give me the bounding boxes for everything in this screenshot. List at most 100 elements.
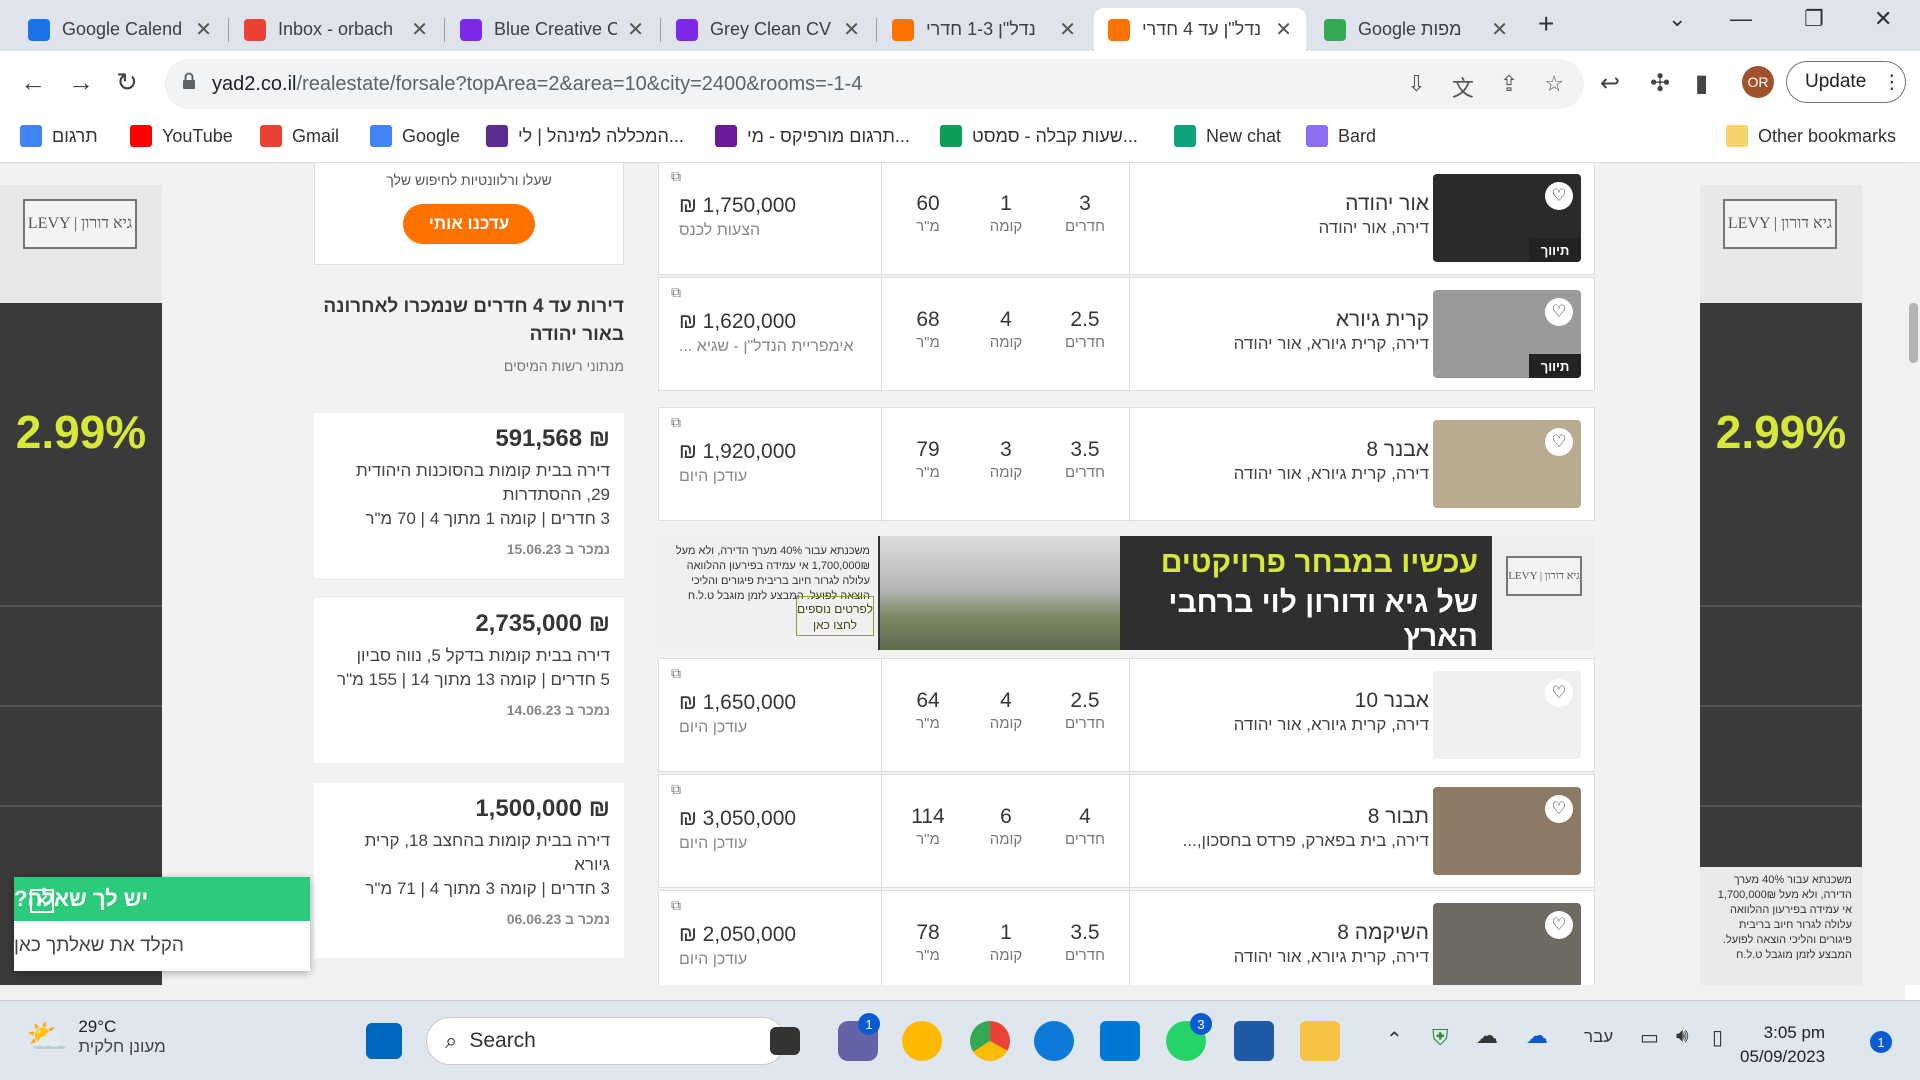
file-explorer-icon[interactable] bbox=[1300, 1021, 1340, 1061]
listing-photo[interactable]: ♡ תיווך bbox=[1433, 174, 1581, 262]
listing-row[interactable]: ⧉ ₪ 3,050,000 עודכן היום 114 מ"ר 6 קומה 4 חדרים ת… bbox=[658, 774, 1595, 889]
favorite-heart-icon[interactable]: ♡ bbox=[1545, 679, 1573, 707]
listing-row[interactable]: ⧉ ₪ 2,050,000 עודכן היום 78 מ"ר 1 קומה 3.5 חדרים… bbox=[658, 890, 1595, 985]
tab-close-icon[interactable]: ✕ bbox=[1491, 17, 1508, 42]
browser-tab[interactable]: Inbox - orbach ✕ bbox=[230, 8, 442, 51]
onedrive-icon[interactable]: ☁ bbox=[1526, 1023, 1548, 1049]
forward-icon[interactable]: → bbox=[68, 67, 94, 98]
listing-photo[interactable]: ♡ bbox=[1433, 671, 1581, 759]
chat-input[interactable]: הקלד את שאלתך כאן bbox=[14, 921, 310, 971]
bookmark-item[interactable]: Google bbox=[370, 125, 460, 147]
new-tab-icon[interactable]: + bbox=[1538, 8, 1554, 40]
bookmark-item[interactable]: YouTube bbox=[130, 125, 233, 147]
cloud-icon[interactable]: ☁ bbox=[1476, 1023, 1498, 1049]
language-indicator[interactable]: עבר bbox=[1584, 1027, 1613, 1047]
network-icon[interactable]: ▭ bbox=[1640, 1025, 1659, 1050]
bookmark-item[interactable]: Gmail bbox=[260, 125, 339, 147]
sold-card[interactable]: ₪ 1,500,000 דירה בבית קומות בהחצב 18, קרי… bbox=[314, 783, 624, 958]
chrome-icon[interactable] bbox=[970, 1021, 1010, 1061]
listing-photo[interactable]: ♡ bbox=[1433, 903, 1581, 985]
address-bar[interactable]: yad2.co.il/realestate/forsale?topArea=2&… bbox=[164, 59, 1584, 109]
start-icon[interactable] bbox=[366, 1023, 402, 1059]
bookmark-item[interactable]: תרגום מורפיקס - מי... bbox=[715, 125, 910, 147]
tab-close-icon[interactable]: ✕ bbox=[627, 17, 644, 42]
bookmark-item[interactable]: New chat bbox=[1174, 125, 1281, 147]
external-link-icon[interactable]: ⧉ bbox=[671, 665, 681, 682]
bookmark-star-icon[interactable]: ☆ bbox=[1544, 71, 1564, 103]
minimize-icon[interactable]: — bbox=[1730, 6, 1752, 32]
favorite-heart-icon[interactable]: ♡ bbox=[1545, 298, 1573, 326]
tab-close-icon[interactable]: ✕ bbox=[843, 17, 860, 42]
battery-icon[interactable]: ▯ bbox=[1712, 1025, 1723, 1050]
bookmark-item[interactable]: שעות קבלה - סמסט... bbox=[940, 125, 1138, 147]
sold-card[interactable]: ₪ 591,568 דירה בבית קומות בהסוכנות היהודי… bbox=[314, 413, 624, 578]
tab-close-icon[interactable]: ✕ bbox=[1275, 17, 1292, 42]
volume-icon[interactable]: 🔊︎ bbox=[1676, 1025, 1689, 1048]
task-view-icon[interactable] bbox=[770, 1027, 800, 1055]
side-panel-icon[interactable]: ▮ bbox=[1695, 69, 1708, 98]
tray-chevron-icon[interactable]: ⌃ bbox=[1386, 1027, 1403, 1052]
weather-widget[interactable]: ⛅ 29°C מעונן חלקית bbox=[26, 1017, 166, 1057]
browser-tab[interactable]: Google Calend ✕ bbox=[14, 8, 226, 51]
update-button[interactable]: Update ⋮ bbox=[1786, 61, 1906, 103]
tab-close-icon[interactable]: ✕ bbox=[195, 17, 212, 42]
listing-row[interactable]: ⧉ ₪ 1,750,000 הצעות לכנס 60 מ"ר 1 קומה 3 חדרים או… bbox=[658, 163, 1595, 276]
bookmark-item[interactable]: Bard bbox=[1306, 125, 1376, 147]
update-me-button[interactable]: עדכנו אותי bbox=[403, 204, 535, 244]
install-app-icon[interactable]: ⇩ bbox=[1407, 71, 1425, 103]
reload-icon[interactable]: ↻ bbox=[116, 67, 138, 98]
listing-row[interactable]: ⧉ ₪ 1,620,000 אימפריית הנדל"ן - שגיא ... 68… bbox=[658, 277, 1595, 392]
vertical-scrollbar[interactable] bbox=[1905, 163, 1920, 985]
browser-tab[interactable]: Blue Creative C ✕ bbox=[446, 8, 658, 51]
listing-photo[interactable]: ♡ bbox=[1433, 420, 1581, 508]
listing-photo[interactable]: ♡ תיווך bbox=[1433, 290, 1581, 378]
browser-tab[interactable]: נדל"ן 1-3 חדרי ✕ bbox=[878, 8, 1090, 51]
back-icon[interactable]: ← bbox=[20, 67, 46, 98]
external-link-icon[interactable]: ⧉ bbox=[671, 781, 681, 798]
favorite-heart-icon[interactable]: ♡ bbox=[1545, 428, 1573, 456]
store-icon[interactable] bbox=[1100, 1021, 1140, 1061]
tab-search-icon[interactable]: ⌄ bbox=[1668, 6, 1686, 32]
horizontal-scrollbar[interactable] bbox=[0, 985, 1905, 1000]
side-ad-left[interactable]: LEVY | גיא דורון 2.99% bbox=[0, 185, 162, 985]
assistant-icon[interactable]: ↩ bbox=[1600, 69, 1620, 98]
bookmark-item[interactable]: תרגום bbox=[20, 125, 98, 147]
external-link-icon[interactable]: ⧉ bbox=[671, 897, 681, 914]
listing-row[interactable]: ⧉ ₪ 1,650,000 עודכן היום 64 מ"ר 4 קומה 2.5 חדרים… bbox=[658, 658, 1595, 773]
edge-icon[interactable] bbox=[1034, 1021, 1074, 1061]
restore-icon[interactable]: ❐ bbox=[1804, 6, 1824, 32]
browser-tab[interactable]: נדל"ן עד 4 חדרי ✕ bbox=[1094, 8, 1306, 51]
share-icon[interactable]: ⇪ bbox=[1500, 71, 1518, 103]
external-link-icon[interactable]: ⧉ bbox=[671, 168, 681, 185]
favorite-heart-icon[interactable]: ♡ bbox=[1545, 911, 1573, 939]
tab-close-icon[interactable]: ✕ bbox=[1059, 17, 1076, 42]
translate-icon[interactable]: 文 bbox=[1452, 71, 1474, 103]
favorite-heart-icon[interactable]: ♡ bbox=[1545, 795, 1573, 823]
vpn-icon[interactable] bbox=[1234, 1021, 1274, 1061]
browser-tab[interactable]: Grey Clean CV ✕ bbox=[662, 8, 874, 51]
bookmark-item[interactable]: המכללה למינהל | לי... bbox=[486, 125, 684, 147]
banner-cta[interactable]: לפרטים נוספים לחצו כאן bbox=[796, 596, 874, 636]
extensions-icon[interactable]: ✣ bbox=[1650, 69, 1670, 98]
tab-close-icon[interactable]: ✕ bbox=[411, 17, 428, 42]
notification-badge[interactable]: 1 bbox=[1870, 1031, 1892, 1053]
taskbar-search[interactable]: ⌕ Search bbox=[426, 1017, 786, 1065]
other-bookmarks[interactable]: Other bookmarks bbox=[1726, 125, 1896, 147]
sold-card[interactable]: ₪ 2,735,000 דירה בבית קומות בדקל 5, נווה … bbox=[314, 598, 624, 763]
banner-ad[interactable]: משכנתא עבור 40% מערך הדירה, ולא מעל 1,70… bbox=[658, 536, 1595, 650]
chat-widget[interactable]: יש לך שאלה? ✕ הקלד את שאלתך כאן bbox=[14, 877, 310, 971]
close-window-icon[interactable]: ✕ bbox=[1874, 6, 1892, 32]
browser-tab[interactable]: Google מפות ✕ bbox=[1310, 8, 1522, 51]
edge-beta-icon[interactable] bbox=[902, 1021, 942, 1061]
defender-icon[interactable]: ⛨ bbox=[1432, 1025, 1449, 1051]
listing-row[interactable]: ⧉ ₪ 1,920,000 עודכן היום 79 מ"ר 3 קומה 3.5 חדרים… bbox=[658, 407, 1595, 522]
chat-close-icon[interactable]: ✕ bbox=[30, 889, 54, 913]
side-ad-right[interactable]: LEVY | גיא דורון 2.99% משכנתא עבור 40% מ… bbox=[1700, 185, 1862, 985]
clock[interactable]: 3:05 pm 05/09/2023 bbox=[1740, 1021, 1825, 1069]
scroll-thumb[interactable] bbox=[1909, 303, 1918, 363]
listing-photo[interactable]: ♡ bbox=[1433, 787, 1581, 875]
external-link-icon[interactable]: ⧉ bbox=[671, 414, 681, 431]
external-link-icon[interactable]: ⧉ bbox=[671, 284, 681, 301]
favorite-heart-icon[interactable]: ♡ bbox=[1545, 182, 1573, 210]
profile-avatar[interactable]: OR bbox=[1742, 66, 1774, 98]
